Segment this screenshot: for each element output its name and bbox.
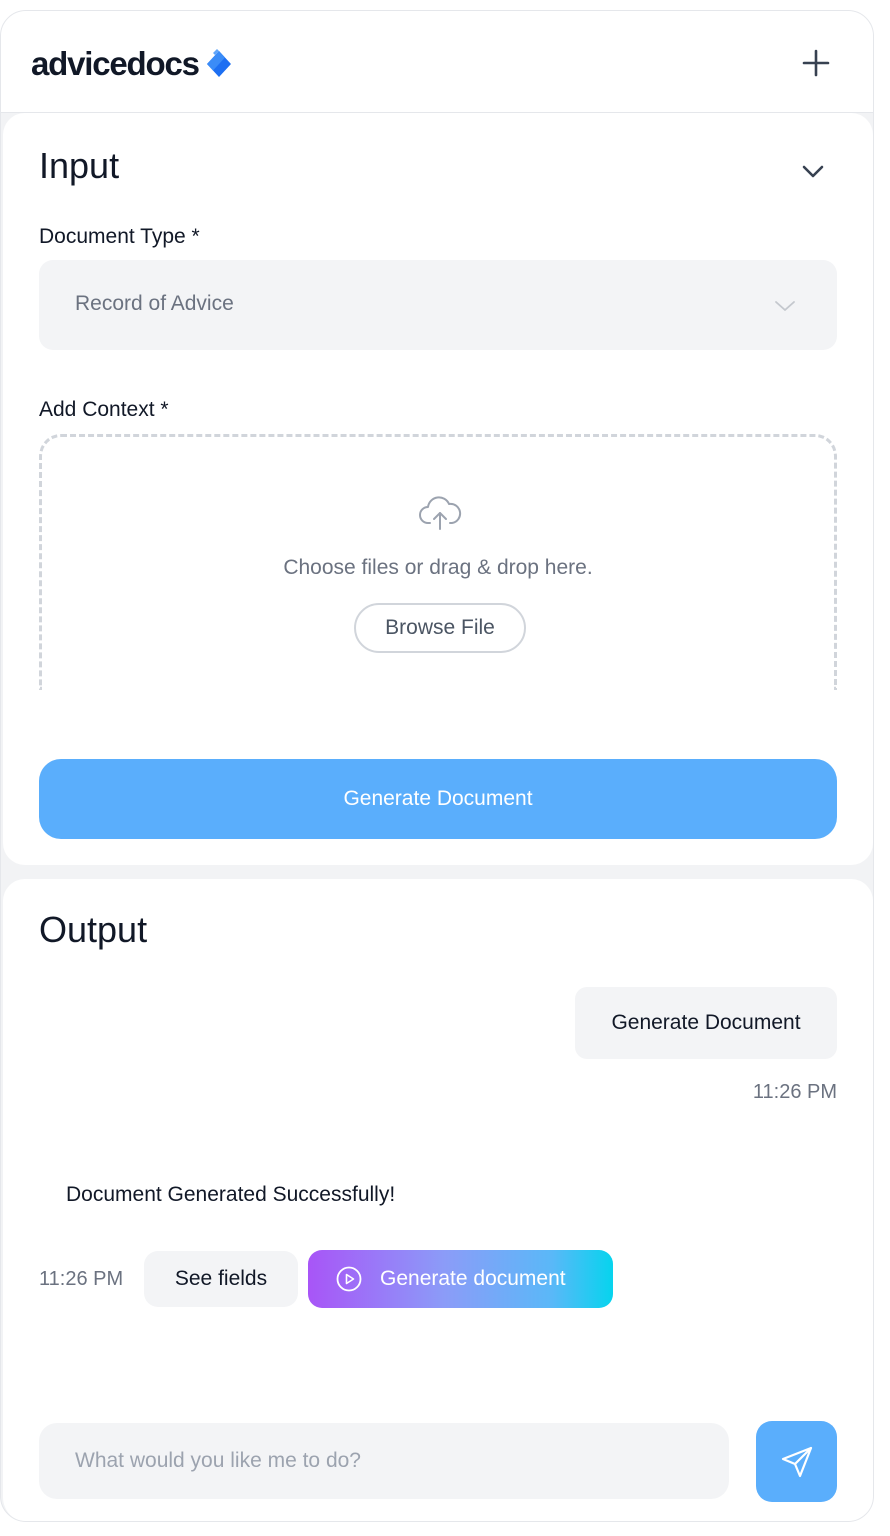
new-chat-button[interactable] — [799, 46, 833, 80]
generate-document-action-label: Generate document — [380, 1267, 566, 1290]
bot-message-time: 11:26 PM — [39, 1268, 124, 1290]
send-icon — [781, 1446, 813, 1478]
chevron-down-icon — [775, 301, 795, 311]
file-dropzone[interactable]: Choose files or drag & drop here. Browse… — [39, 434, 837, 690]
send-button[interactable] — [756, 1421, 837, 1502]
logo-mark-icon — [206, 49, 231, 77]
document-type-value: Record of Advice — [75, 292, 234, 315]
header: advicedocs — [1, 11, 873, 113]
play-circle-icon — [336, 1266, 362, 1292]
logo: advicedocs — [31, 45, 233, 83]
output-title: Output — [39, 909, 148, 950]
user-message-time: 11:26 PM — [752, 1081, 837, 1103]
cloud-upload-icon — [419, 496, 462, 530]
chevron-down-icon — [802, 165, 824, 178]
dropzone-text: Choose files or drag & drop here. — [283, 556, 593, 579]
generate-document-action-button[interactable]: Generate document — [308, 1250, 613, 1308]
plus-icon — [802, 49, 830, 77]
chat-input[interactable] — [39, 1423, 729, 1499]
user-message-bubble: Generate Document — [575, 987, 837, 1059]
logo-text: advicedocs — [31, 45, 200, 82]
document-type-select[interactable]: Record of Advice — [39, 260, 837, 350]
see-fields-button[interactable]: See fields — [144, 1251, 298, 1307]
bot-message: Document Generated Successfully! — [66, 1183, 396, 1206]
browse-file-button[interactable]: Browse File — [354, 603, 526, 653]
input-panel: Input Document Type * Record of Advice A… — [3, 113, 873, 865]
collapse-input-button[interactable] — [799, 157, 827, 185]
add-context-label: Add Context * — [39, 398, 169, 421]
input-title: Input — [39, 145, 120, 186]
output-panel: Output Generate Document 11:26 PM Docume… — [3, 879, 873, 1521]
generate-document-button[interactable]: Generate Document — [39, 759, 837, 839]
document-type-label: Document Type * — [39, 225, 200, 248]
app-window: advicedocs Input Document Type * Record … — [0, 10, 874, 1522]
